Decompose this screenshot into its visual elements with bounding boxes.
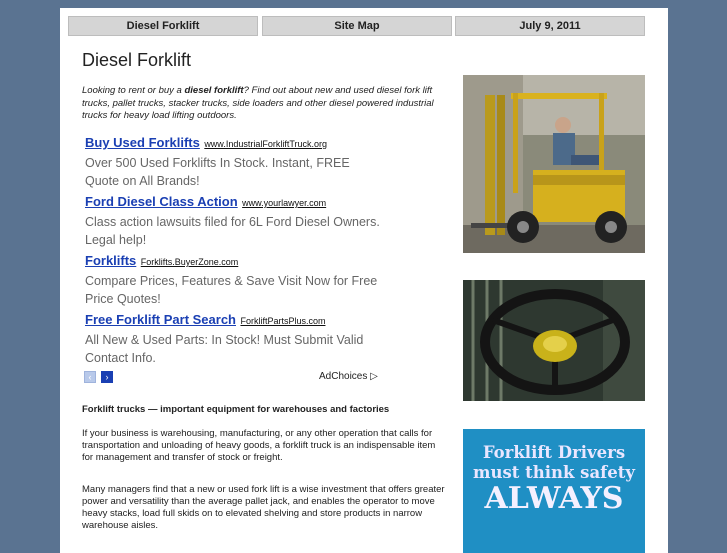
intro-before: Looking to rent or buy a xyxy=(82,85,185,96)
ad-block: Free Forklift Part Search ForkliftPartsP… xyxy=(85,311,385,367)
top-navigation: Diesel Forklift Site Map July 9, 2011 xyxy=(68,16,656,36)
intro-text: Looking to rent or buy a diesel forklift… xyxy=(82,85,442,123)
ad-title-link[interactable]: Ford Diesel Class Action xyxy=(85,194,238,209)
ad-title-link[interactable]: Buy Used Forklifts xyxy=(85,135,200,150)
ad-description: All New & Used Parts: In Stock! Must Sub… xyxy=(85,333,364,365)
chevron-right-icon[interactable]: › xyxy=(101,371,113,383)
ad-url-link[interactable]: www.yourlawyer.com xyxy=(242,198,326,208)
ad-url-link[interactable]: www.IndustrialForkliftTruck.org xyxy=(204,139,327,149)
page-title: Diesel Forklift xyxy=(82,50,192,70)
intro-bold: diesel forklift xyxy=(184,85,244,96)
page-container: Diesel Forklift Site Map July 9, 2011 Di… xyxy=(60,8,668,553)
forklift-photo xyxy=(463,75,645,253)
safety-sign-photo: Forklift Drivers must think safety ALWAY… xyxy=(463,429,645,553)
body-paragraph: If your business is warehousing, manufac… xyxy=(82,428,436,463)
chevron-left-icon[interactable]: ‹ xyxy=(84,371,96,383)
ad-description: Compare Prices, Features & Save Visit No… xyxy=(85,274,378,306)
body-paragraph: Many managers find that a new or used fo… xyxy=(82,484,445,531)
ad-title-link[interactable]: Free Forklift Part Search xyxy=(85,312,236,327)
sign-line-2: must think safety xyxy=(473,463,635,482)
tab-site-map[interactable]: Site Map xyxy=(262,16,452,36)
ad-block: Buy Used Forklifts www.IndustrialForklif… xyxy=(85,134,385,190)
ad-url-link[interactable]: Forklifts.BuyerZone.com xyxy=(141,257,239,267)
ad-title-link[interactable]: Forklifts xyxy=(85,253,136,268)
ad-block: Ford Diesel Class Action www.yourlawyer.… xyxy=(85,193,385,249)
ad-url-link[interactable]: ForkliftPartsPlus.com xyxy=(240,316,325,326)
sign-line-3: ALWAYS xyxy=(484,481,624,516)
ad-description: Over 500 Used Forklifts In Stock. Instan… xyxy=(85,156,350,188)
date-tab: July 9, 2011 xyxy=(455,16,645,36)
ad-block: Forklifts Forklifts.BuyerZone.com Compar… xyxy=(85,252,385,308)
adchoices-link[interactable]: AdChoices ▷ xyxy=(319,371,378,382)
ad-description: Class action lawsuits filed for 6L Ford … xyxy=(85,215,380,247)
tab-diesel-forklift[interactable]: Diesel Forklift xyxy=(68,16,258,36)
sign-line-1: Forklift Drivers xyxy=(482,443,626,462)
section-heading: Forklift trucks — important equipment fo… xyxy=(82,404,390,415)
steering-wheel-photo xyxy=(463,280,645,401)
sign-text-top: Forklift Drivers must think safety xyxy=(463,443,645,483)
